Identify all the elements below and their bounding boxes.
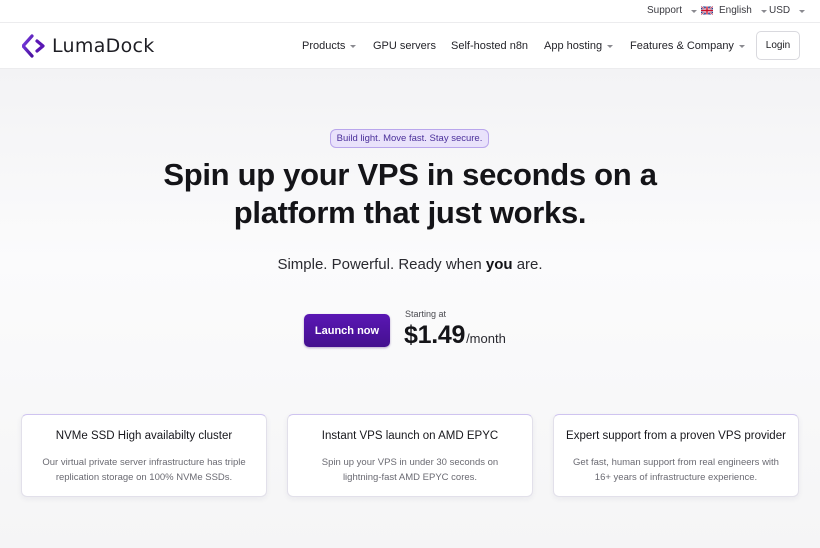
utility-bar: Support English USD — [0, 0, 820, 23]
nav-products[interactable]: Products — [302, 40, 357, 52]
launch-now-button[interactable]: Launch now — [304, 314, 390, 347]
hero-subtitle-start: Simple. Powerful. Ready when — [277, 256, 486, 273]
hero-subtitle: Simple. Powerful. Ready when you are. — [160, 256, 660, 273]
price-caption: Starting at — [405, 309, 447, 319]
feature-card-title: Expert support from a proven VPS provide… — [566, 430, 786, 442]
price-period: /month — [466, 331, 506, 346]
language-label: English — [719, 5, 752, 16]
nav-gpu-servers[interactable]: GPU servers — [373, 40, 436, 52]
chevron-down-icon — [691, 9, 698, 13]
nav-item-label: Products — [302, 40, 346, 52]
uk-flag-icon — [701, 6, 713, 15]
support-label: Support — [647, 5, 683, 16]
nav-item-label: Features & Company — [630, 40, 734, 52]
support-menu[interactable]: Support — [647, 5, 698, 16]
starting-price: $1.49 /month — [404, 321, 506, 350]
nav-item-label: GPU servers — [373, 40, 436, 52]
nav-app-hosting[interactable]: App hosting — [544, 40, 614, 52]
hero-title-line-2: platform that just works. — [233, 195, 587, 230]
chevron-down-icon — [760, 9, 767, 13]
chevron-down-icon — [799, 9, 806, 13]
nav-self-hosted-n8n[interactable]: Self-hosted n8n — [451, 40, 528, 52]
feature-card-description: Our virtual private server infrastructur… — [42, 457, 246, 483]
logo-mark-icon — [22, 34, 45, 58]
hero-subtitle-emphasis: you — [485, 256, 513, 273]
hero-title: Spin up your VPS in seconds on a platfor… — [110, 156, 710, 232]
nav-features-company[interactable]: Features & Company — [630, 40, 745, 52]
language-selector[interactable]: English — [701, 5, 767, 16]
hero-subtitle-end: are. — [512, 256, 543, 273]
nav-item-label: App hosting — [544, 40, 603, 52]
login-button[interactable]: Login — [756, 31, 800, 60]
hero-title-line-1: Spin up your VPS in seconds on a — [163, 157, 657, 192]
nav-item-label: Self-hosted n8n — [451, 40, 529, 52]
brand-name: LumaDock — [52, 35, 155, 57]
brand-logo[interactable]: LumaDock — [22, 34, 155, 58]
feature-card-instant-launch: Instant VPS launch on AMD EPYC Spin up y… — [287, 414, 533, 497]
feature-card-description: Get fast, human support from real engine… — [573, 457, 779, 483]
feature-card-title: Instant VPS launch on AMD EPYC — [321, 430, 499, 442]
feature-card-expert-support: Expert support from a proven VPS provide… — [553, 414, 799, 497]
feature-card-description: Spin up your VPS in under 30 seconds on … — [321, 457, 499, 483]
currency-selector[interactable]: USD — [769, 5, 806, 16]
chevron-down-icon — [607, 45, 614, 48]
chevron-down-icon — [738, 45, 745, 48]
currency-label: USD — [769, 5, 791, 16]
feature-card-title: NVMe SSD High availabilty cluster — [55, 430, 233, 442]
tagline-badge: Build light. Move fast. Stay secure. — [330, 129, 489, 148]
price-amount: $1.49 — [404, 321, 466, 349]
main-navbar: LumaDock Products GPU servers Self-hoste… — [0, 23, 820, 69]
chevron-down-icon — [350, 45, 357, 48]
feature-card-nvme: NVMe SSD High availabilty cluster Our vi… — [21, 414, 267, 497]
